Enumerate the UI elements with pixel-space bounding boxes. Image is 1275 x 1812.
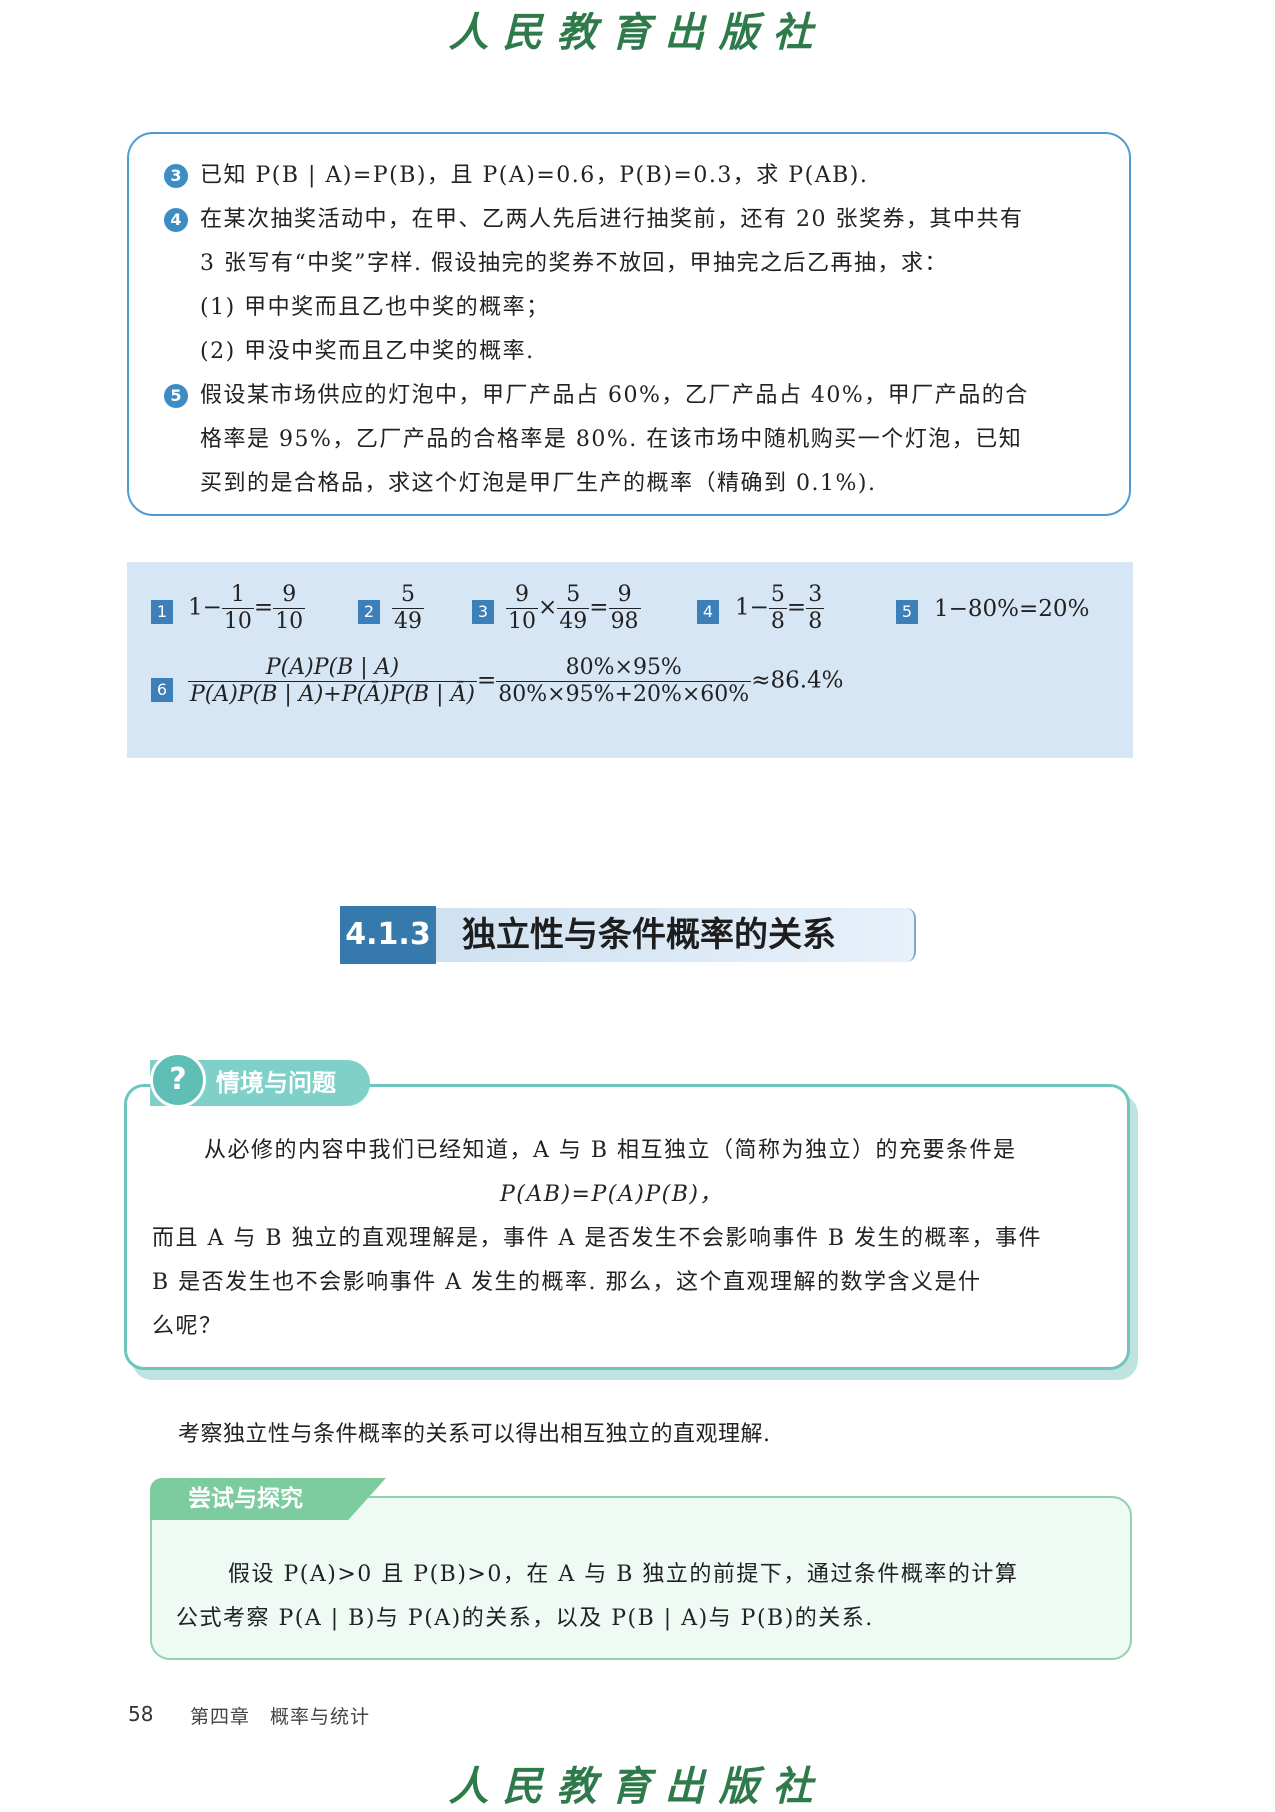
exercise-5-line1: 假设某市场供应的灯泡中，甲厂产品占 60%，乙厂产品占 40%，甲厂产品的合 (200, 383, 1029, 408)
answer-3-frac3-den: 98 (608, 608, 641, 634)
answer-1-frac1-den: 10 (221, 608, 254, 634)
answer-1-frac2-den: 10 (273, 608, 306, 634)
exercise-4-line2: 3 张写有“中奖”字样. 假设抽完的奖券不放回，甲抽完之后乙再抽，求： (200, 251, 948, 276)
answer-1-frac2-num: 9 (282, 582, 297, 607)
scenario-line2: 而且 A 与 B 独立的直观理解是，事件 A 是否发生不会影响事件 B 发生的概… (152, 1226, 1043, 1251)
answer-3: 9 10 × 5 49 = 9 98 (506, 582, 641, 635)
body-paragraph: 考察独立性与条件概率的关系可以得出相互独立的直观理解. (178, 1422, 771, 1447)
answer-number-6: 6 (151, 678, 173, 702)
answer-1-eq: = (253, 594, 274, 621)
exercise-3-text: 已知 P(B | A)=P(B)，且 P(A)=0.6，P(B)=0.3，求 P… (200, 163, 869, 188)
answer-6-eq: = (477, 667, 497, 694)
answer-3-frac3: 9 98 (608, 582, 641, 635)
section-title: 独立性与条件概率的关系 (436, 908, 916, 962)
answer-4-frac1: 58 (768, 582, 787, 635)
explore-label: 尝试与探究 (150, 1478, 386, 1520)
scenario-line1: 从必修的内容中我们已经知道，A 与 B 相互独立（简称为独立）的充要条件是 (204, 1138, 1017, 1163)
answer-1-frac2: 9 10 (273, 582, 306, 635)
answer-2: 5 49 (392, 582, 424, 635)
answer-2-frac-den: 49 (392, 608, 424, 634)
answer-4-frac1-den: 8 (768, 608, 787, 634)
exercise-number-4: 4 (164, 208, 188, 232)
answer-number-1: 1 (151, 600, 173, 624)
answer-3-frac3-num: 9 (617, 582, 632, 607)
exercise-4-sub1: (1) 甲中奖而且乙也中奖的概率； (200, 295, 550, 320)
answer-2-frac: 5 49 (392, 582, 424, 635)
page-number: 58 (128, 1702, 154, 1726)
answer-3-frac2-den: 49 (557, 608, 590, 634)
answer-6-frac2: 80%×95% 80%×95%+20%×60% (496, 655, 752, 708)
publisher-header: 人民教育出版社 (448, 9, 827, 56)
answer-4-frac2-num: 3 (808, 582, 823, 607)
answer-6-frac2-den: 80%×95%+20%×60% (496, 681, 752, 707)
answer-6: P(A)P(B | A) P(A)P(B | A)+P(Ā)P(B | Ā) = 80… (188, 655, 844, 708)
answer-6-frac2-num: 80%×95% (565, 655, 682, 680)
answer-4-frac2: 38 (806, 582, 825, 635)
answer-1-frac1-num: 1 (230, 582, 245, 607)
answer-number-4: 4 (697, 600, 719, 624)
answer-2-frac-num: 5 (401, 582, 415, 607)
answer-6-frac1: P(A)P(B | A) P(A)P(B | A)+P(Ā)P(B | Ā) (188, 655, 477, 708)
answer-1-frac1: 1 10 (221, 582, 254, 635)
answer-4-frac1-num: 5 (770, 582, 785, 607)
answer-6-frac1-den: P(A)P(B | A)+P(Ā)P(B | Ā) (188, 681, 477, 707)
scenario-line4: 么呢？ (152, 1314, 223, 1339)
answer-3-times: × (538, 594, 558, 621)
answer-3-frac1-den: 10 (506, 608, 538, 634)
exercise-5-line2: 格率是 95%，乙厂产品的合格率是 80%. 在该市场中随机购买一个灯泡，已知 (200, 427, 1023, 452)
answer-1: 1− 1 10 = 9 10 (188, 582, 306, 635)
answer-3-frac1: 9 10 (506, 582, 538, 635)
exercise-number-5: 5 (164, 384, 188, 408)
answer-5: 1−80%=20% (934, 596, 1090, 622)
answer-4-prefix: 1− (735, 594, 769, 621)
answer-4-eq: = (786, 594, 807, 621)
answer-4-frac2-den: 8 (806, 608, 825, 634)
exercise-4-line1: 在某次抽奖活动中，在甲、乙两人先后进行抽奖前，还有 20 张奖券，其中共有 (200, 207, 1024, 232)
exercise-5-line3: 买到的是合格品，求这个灯泡是甲厂生产的概率（精确到 0.1%). (200, 471, 877, 496)
exercise-number-3: 3 (164, 164, 188, 188)
answer-6-frac1-num: P(A)P(B | A) (265, 655, 400, 680)
scenario-formula: P(AB)=P(A)P(B)， (500, 1182, 723, 1207)
answer-number-5: 5 (896, 600, 918, 624)
answer-3-eq: = (589, 594, 609, 621)
explore-line1: 假设 P(A)>0 且 P(B)>0，在 A 与 B 独立的前提下，通过条件概率… (228, 1562, 1019, 1587)
answer-number-2: 2 (358, 600, 380, 624)
section-number: 4.1.3 (340, 906, 436, 964)
answer-number-3: 3 (472, 600, 494, 624)
exercise-4-sub2: (2) 甲没中奖而且乙中奖的概率. (200, 339, 535, 364)
publisher-footer: 人民教育出版社 (448, 1763, 827, 1810)
answer-4: 1− 5 8 = 3 8 (735, 582, 825, 635)
answer-6-result: ≈86.4% (751, 667, 844, 694)
explore-line2: 公式考察 P(A | B)与 P(A)的关系，以及 P(B | A)与 P(B)… (176, 1606, 874, 1631)
chapter-title: 第四章 概率与统计 (190, 1706, 371, 1728)
answer-3-frac2-num: 5 (566, 582, 581, 607)
scenario-line3: B 是否发生也不会影响事件 A 发生的概率. 那么，这个直观理解的数学含义是什 (152, 1270, 982, 1295)
answer-1-prefix: 1− (188, 594, 222, 621)
answer-3-frac2: 5 49 (557, 582, 590, 635)
answer-3-frac1-num: 9 (515, 582, 529, 607)
question-icon: ? (150, 1052, 206, 1108)
